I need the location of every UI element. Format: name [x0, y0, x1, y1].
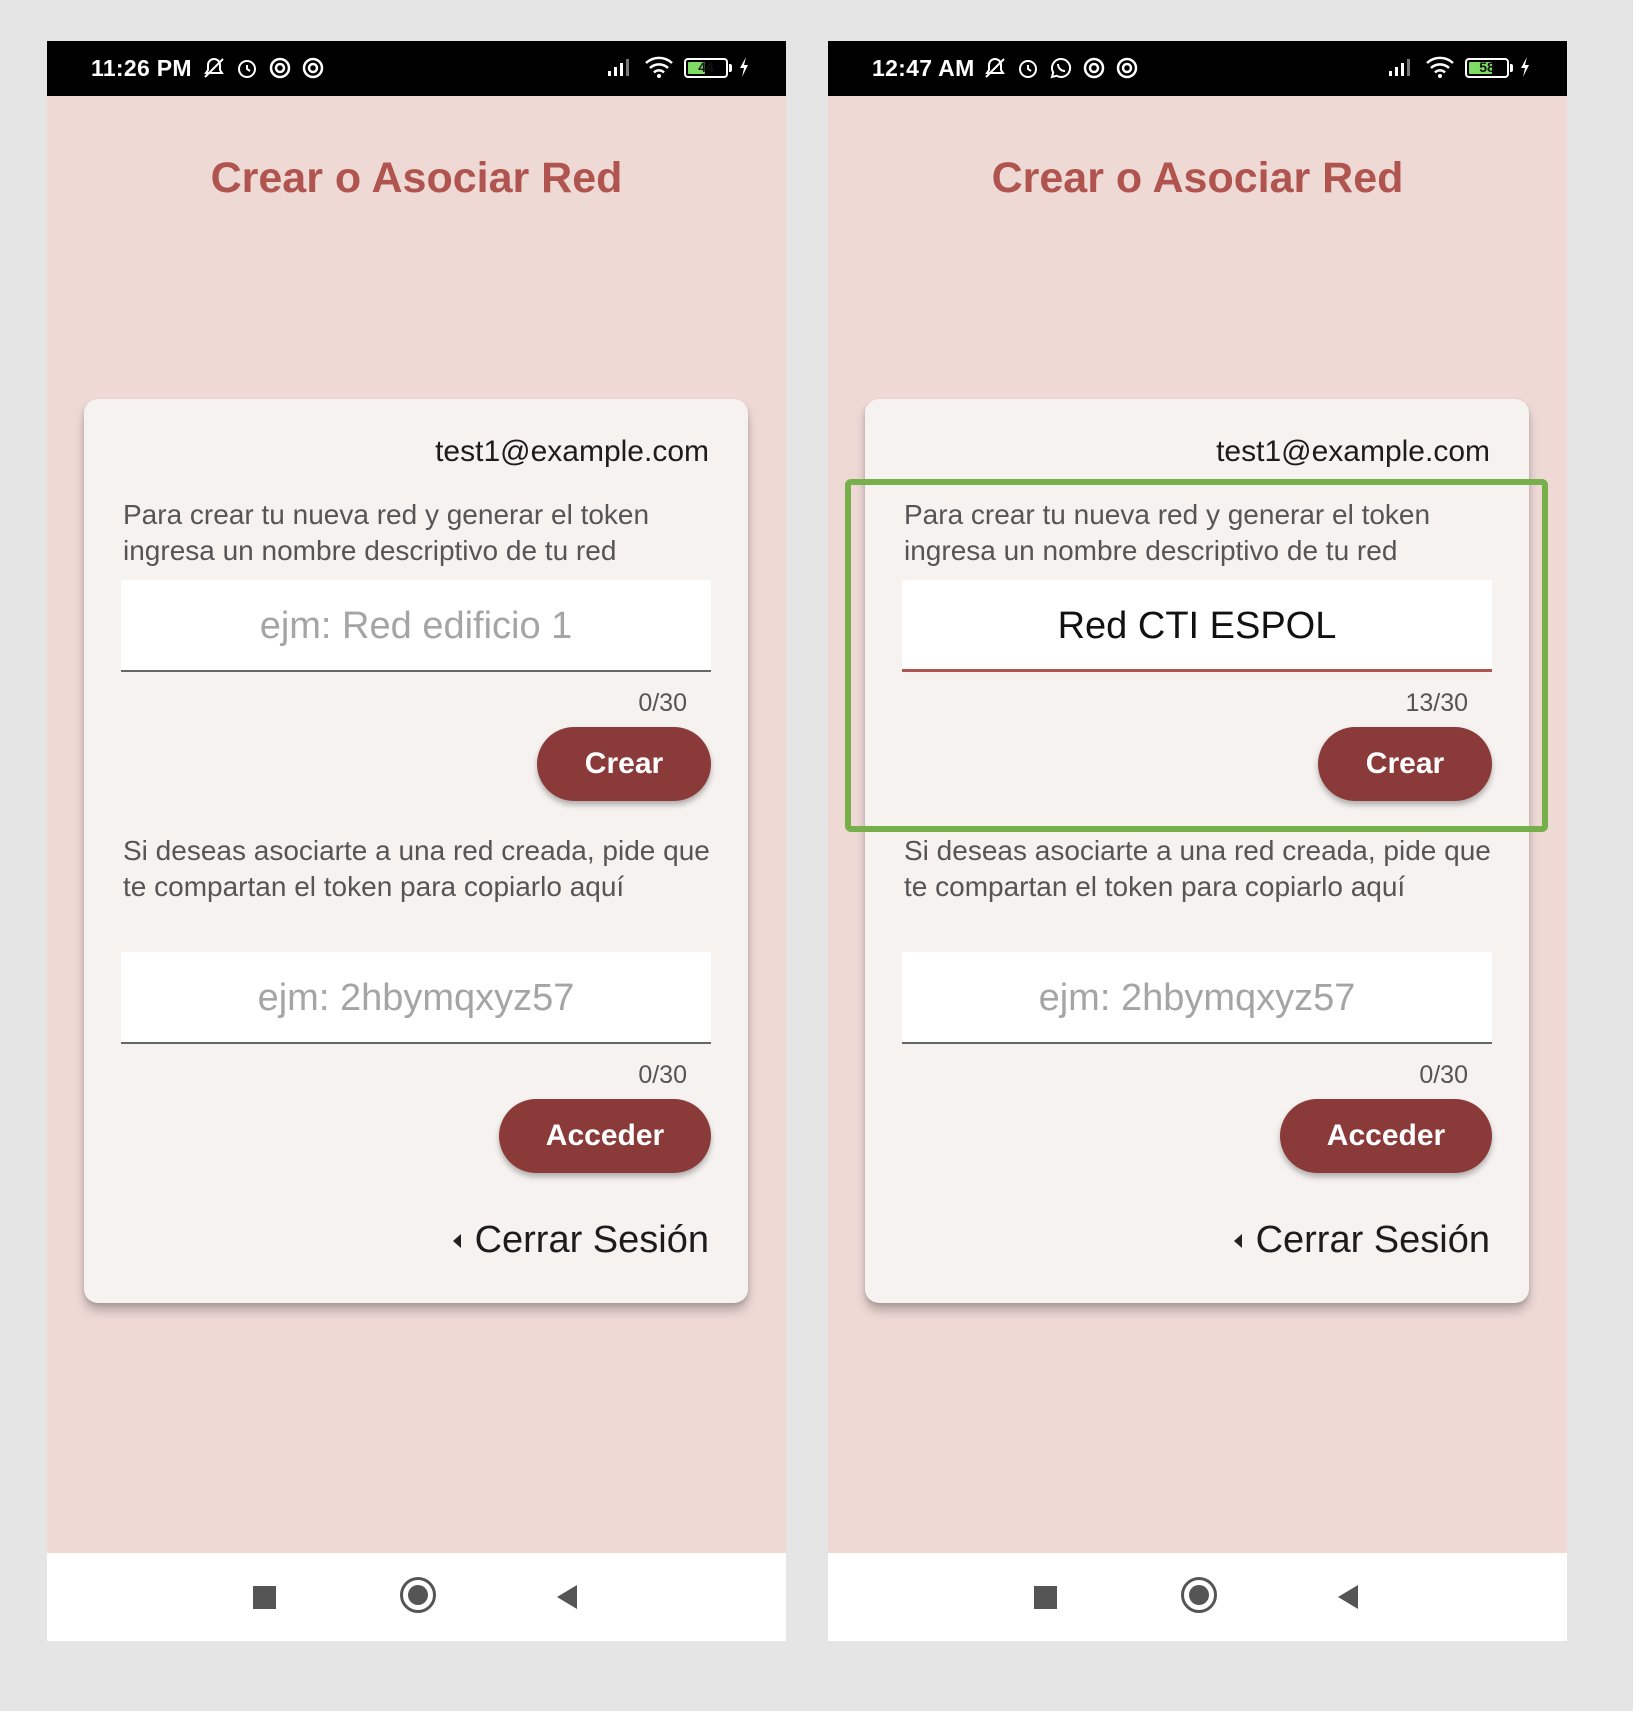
app-notification-icon [1115, 56, 1139, 80]
wifi-icon [1425, 56, 1455, 78]
logout-link[interactable]: Cerrar Sesión [1233, 1219, 1490, 1262]
signal-icon [1387, 57, 1415, 77]
network-name-input[interactable] [902, 582, 1492, 671]
phone-screen-right: 12:47 AM 58 Crear o Asociar Red test1@ex… [828, 41, 1567, 1641]
recents-icon[interactable] [1034, 1586, 1057, 1609]
network-name-counter: 0/30 [638, 689, 687, 717]
user-email: test1@example.com [435, 435, 709, 468]
signal-icon [606, 57, 634, 77]
network-name-field[interactable] [902, 580, 1492, 672]
network-card: test1@example.com Para crear tu nueva re… [84, 399, 748, 1303]
logout-label: Cerrar Sesión [1255, 1219, 1490, 1261]
wifi-icon [644, 56, 674, 78]
back-icon[interactable] [1338, 1585, 1358, 1609]
logout-label: Cerrar Sesión [474, 1219, 709, 1261]
token-counter: 0/30 [1419, 1061, 1468, 1089]
access-button[interactable]: Acceder [499, 1099, 711, 1173]
whatsapp-icon [1049, 56, 1073, 80]
join-instructions: Si deseas asociarte a una red creada, pi… [123, 835, 710, 902]
chevron-left-icon [1233, 1233, 1242, 1248]
back-icon[interactable] [557, 1585, 577, 1609]
charging-icon [1519, 56, 1531, 78]
chevron-left-icon [452, 1233, 461, 1248]
token-field[interactable] [902, 952, 1492, 1044]
token-counter: 0/30 [638, 1061, 687, 1089]
home-icon[interactable] [400, 1577, 436, 1613]
home-icon[interactable] [1181, 1577, 1217, 1613]
battery-percent: 44 [698, 59, 714, 75]
battery-icon: 44 [684, 58, 732, 78]
logout-link[interactable]: Cerrar Sesión [452, 1219, 709, 1262]
page-title: Crear o Asociar Red [210, 154, 623, 202]
page-title: Crear o Asociar Red [991, 154, 1404, 202]
token-input[interactable] [121, 953, 711, 1044]
create-instructions: Para crear tu nueva red y generar el tok… [904, 499, 1431, 566]
network-name-input[interactable] [121, 581, 711, 672]
network-name-counter: 13/30 [1405, 689, 1468, 717]
status-time: 11:26 PM [91, 55, 192, 81]
network-name-field[interactable] [121, 580, 711, 672]
battery-icon: 58 [1465, 58, 1513, 78]
token-field[interactable] [121, 952, 711, 1044]
token-input[interactable] [902, 953, 1492, 1044]
alarm-icon [1016, 56, 1040, 80]
silent-icon [202, 56, 226, 80]
app-notification-icon [268, 56, 292, 80]
silent-icon [983, 56, 1007, 80]
status-bar: 12:47 AM 58 [828, 41, 1567, 96]
phone-screen-left: 11:26 PM 44 Crear o Asociar Red test1@ex… [47, 41, 786, 1641]
navigation-bar [828, 1553, 1567, 1641]
app-notification-icon [301, 56, 325, 80]
app-notification-icon [1082, 56, 1106, 80]
recents-icon[interactable] [253, 1586, 276, 1609]
status-time: 12:47 AM [872, 55, 975, 81]
navigation-bar [47, 1553, 786, 1641]
create-button[interactable]: Crear [537, 727, 711, 801]
battery-percent: 58 [1479, 59, 1495, 75]
charging-icon [738, 56, 750, 78]
create-button[interactable]: Crear [1318, 727, 1492, 801]
join-instructions: Si deseas asociarte a una red creada, pi… [904, 835, 1491, 902]
alarm-icon [235, 56, 259, 80]
network-card: test1@example.com Para crear tu nueva re… [865, 399, 1529, 1303]
create-instructions: Para crear tu nueva red y generar el tok… [123, 499, 650, 566]
user-email: test1@example.com [1216, 435, 1490, 468]
status-bar: 11:26 PM 44 [47, 41, 786, 96]
access-button[interactable]: Acceder [1280, 1099, 1492, 1173]
